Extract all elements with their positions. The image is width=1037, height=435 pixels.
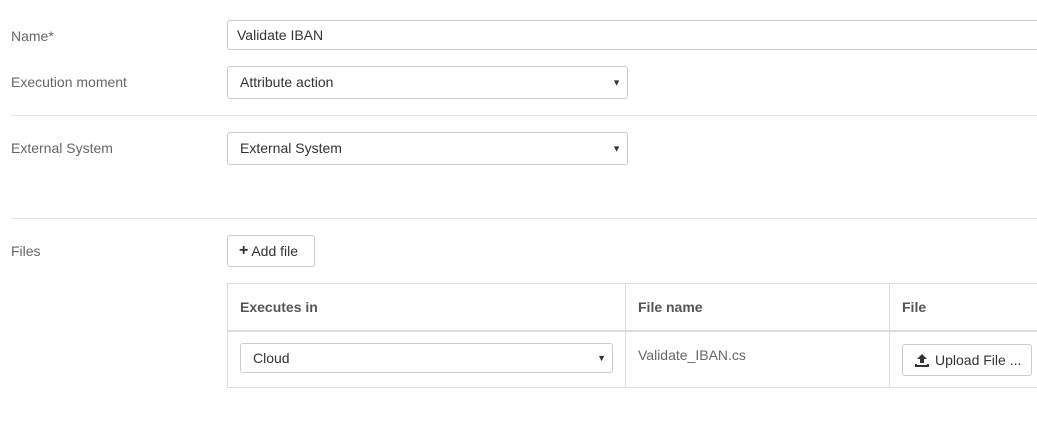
execution-moment-label: Execution moment <box>11 74 127 90</box>
column-divider <box>625 284 626 387</box>
add-file-button[interactable]: + Add file <box>227 235 315 267</box>
files-label: Files <box>11 243 41 259</box>
files-table: Executes in File name File Cloud ▼ Valid… <box>227 283 1037 388</box>
section-divider <box>11 218 1037 219</box>
executes-in-select[interactable]: Cloud ▼ <box>240 343 613 373</box>
add-file-label: Add file <box>251 243 299 259</box>
plus-icon: + <box>239 242 249 259</box>
executes-in-value: Cloud <box>253 350 290 366</box>
upload-icon <box>915 353 929 367</box>
column-header-file-name: File name <box>638 299 703 315</box>
execution-moment-value: Attribute action <box>240 74 334 90</box>
external-system-value: External System <box>240 140 342 156</box>
column-divider <box>889 284 890 387</box>
upload-file-button[interactable]: Upload File ... <box>902 344 1032 376</box>
table-header-divider <box>228 330 1037 332</box>
external-system-select[interactable]: External System ▼ <box>227 132 628 165</box>
external-system-label: External System <box>11 140 113 156</box>
caret-down-icon: ▼ <box>612 143 621 153</box>
caret-down-icon: ▼ <box>597 353 606 363</box>
column-header-executes-in: Executes in <box>240 299 318 315</box>
name-label: Name* <box>11 28 54 44</box>
section-divider <box>11 115 1037 116</box>
execution-moment-select[interactable]: Attribute action ▼ <box>227 66 628 99</box>
file-name-cell: Validate_IBAN.cs <box>638 347 746 363</box>
upload-file-label: Upload File ... <box>935 352 1022 368</box>
name-input[interactable]: Validate IBAN <box>227 20 1037 50</box>
caret-down-icon: ▼ <box>612 77 621 87</box>
column-header-file: File <box>902 299 927 315</box>
